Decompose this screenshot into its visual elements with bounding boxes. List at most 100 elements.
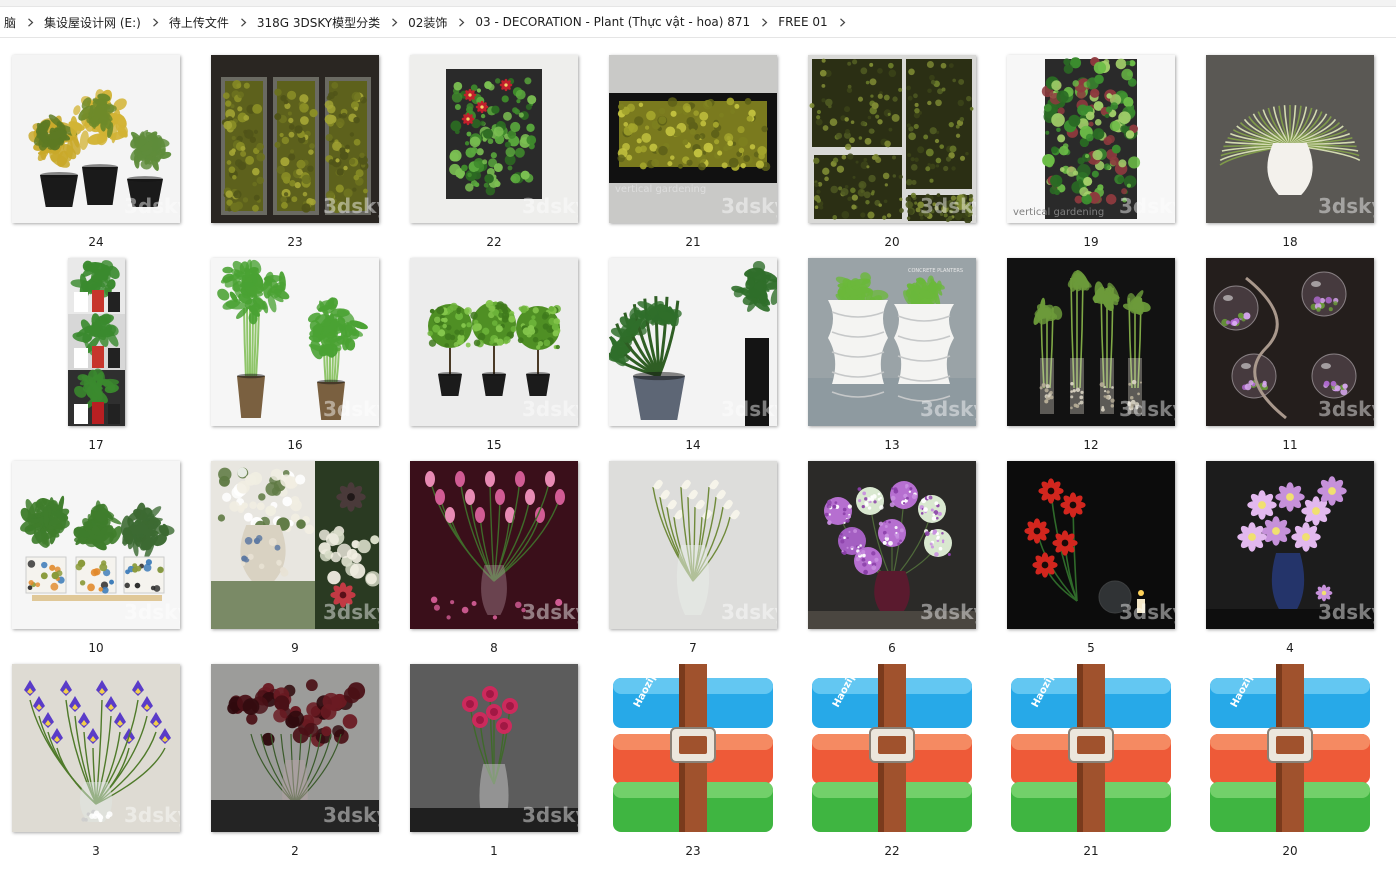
file-name-label[interactable]: 12 [999,438,1183,452]
breadcrumb[interactable]: 脑集设屋设计网 (E:) 待上传文件 318G 3DSKY模型分类 02装饰 03 - … [0,7,1396,38]
file-thumbnail[interactable]: 3dsky [1206,55,1374,223]
file-name-label[interactable]: 17 [4,438,188,452]
file-name-label[interactable]: 13 [800,438,984,452]
file-thumbnail[interactable]: 3dsky [211,664,379,832]
image-file-item[interactable]: 3dsky 10 [4,461,188,661]
image-file-item[interactable]: 3dsky 5 [999,461,1183,661]
file-thumbnail[interactable]: 3dsky [410,664,578,832]
image-file-item[interactable]: vertical gardening 3dsky 21 [601,55,785,255]
file-thumbnail[interactable]: CONCRETE PLANTERS 3dsky [808,258,976,426]
file-name-label[interactable]: 22 [402,235,586,249]
archive-file-item[interactable]: Haozip 22 [800,664,984,864]
file-name-label[interactable]: 22 [800,844,984,858]
file-thumbnail[interactable]: 3dsky [808,461,976,629]
file-thumbnail[interactable]: 3dsky [1206,258,1374,426]
image-file-item[interactable]: 3dsky 4 [1198,461,1382,661]
image-file-item[interactable]: vertical gardening 3dsky 19 [999,55,1183,255]
file-thumbnail[interactable]: 3dsky [12,664,180,832]
file-name-label[interactable]: 2 [203,844,387,858]
image-file-item[interactable]: 3dsky 16 [203,258,387,458]
file-thumbnail[interactable]: 3dsky [1007,258,1175,426]
archive-file-item[interactable]: Haozip 23 [601,664,785,864]
image-file-item[interactable]: 3dsky 22 [402,55,586,255]
image-file-item[interactable]: CONCRETE PLANTERS 3dsky 13 [800,258,984,458]
file-name-label[interactable]: 21 [999,844,1183,858]
file-name-label[interactable]: 16 [203,438,387,452]
file-thumbnail[interactable]: 3dsky [609,258,777,426]
file-name-label[interactable]: 24 [4,235,188,249]
file-thumbnail[interactable]: vertical gardening 3dsky [609,55,777,223]
image-file-item[interactable]: 17 [4,258,188,458]
file-name-label[interactable]: 23 [601,844,785,858]
file-name-label[interactable]: 7 [601,641,785,655]
file-name-label[interactable]: 18 [1198,235,1382,249]
file-name-label[interactable]: 3 [4,844,188,858]
chevron-right-icon[interactable] [20,10,40,34]
file-thumbnail[interactable]: 3dsky [1206,461,1374,629]
file-thumbnail[interactable]: 3dsky [609,461,777,629]
image-file-item[interactable]: 3dsky 6 [800,461,984,661]
file-thumbnail[interactable]: 3dsky [211,461,379,629]
file-name-label[interactable]: 15 [402,438,586,452]
image-file-item[interactable]: 3dsky 23 [203,55,387,255]
file-name-label[interactable]: 19 [999,235,1183,249]
file-thumbnail[interactable]: 3dsky [410,258,578,426]
image-file-item[interactable]: 3dsky 24 [4,55,188,255]
svg-text:3dsky: 3dsky [323,803,379,827]
file-name-label[interactable]: 9 [203,641,387,655]
image-file-item[interactable]: 3dsky 14 [601,258,785,458]
breadcrumb-item[interactable]: 03 - DECORATION - Plant (Thực vật - hoa)… [471,12,754,32]
image-file-item[interactable]: 3dsky 3 [4,664,188,864]
image-file-item[interactable]: 3dsky 18 [1198,55,1382,255]
archive-icon[interactable]: Haozip [1206,664,1374,832]
image-file-item[interactable]: 3dsky 8 [402,461,586,661]
file-name-label[interactable]: 10 [4,641,188,655]
archive-file-item[interactable]: Haozip 20 [1198,664,1382,864]
file-name-label[interactable]: 5 [999,641,1183,655]
file-thumbnail[interactable]: 3dsky [12,461,180,629]
chevron-right-icon[interactable] [384,10,404,34]
breadcrumb-item[interactable]: 待上传文件 [165,11,233,34]
file-name-label[interactable]: 20 [1198,844,1382,858]
breadcrumb-item[interactable]: 02装饰 [404,11,451,34]
image-file-item[interactable]: 3dsky 15 [402,258,586,458]
chevron-right-icon[interactable] [832,10,852,34]
file-name-label[interactable]: 23 [203,235,387,249]
breadcrumb-item[interactable]: FREE 01 [774,12,832,32]
file-name-label[interactable]: 20 [800,235,984,249]
image-file-item[interactable]: 3dsky 20 [800,55,984,255]
image-file-item[interactable]: 3dsky 11 [1198,258,1382,458]
file-thumbnail[interactable]: 3dsky [808,55,976,223]
chevron-right-icon[interactable] [233,10,253,34]
file-name-label[interactable]: 11 [1198,438,1382,452]
archive-icon[interactable]: Haozip [609,664,777,832]
chevron-right-icon[interactable] [754,10,774,34]
image-file-item[interactable]: 3dsky 1 [402,664,586,864]
file-name-label[interactable]: 1 [402,844,586,858]
file-name-label[interactable]: 8 [402,641,586,655]
file-name-label[interactable]: 14 [601,438,785,452]
breadcrumb-item[interactable]: 集设屋设计网 (E:) [40,11,145,34]
image-file-item[interactable]: 3dsky 2 [203,664,387,864]
image-file-item[interactable]: 3dsky 12 [999,258,1183,458]
archive-file-item[interactable]: Haozip 21 [999,664,1183,864]
file-thumbnail[interactable]: 3dsky [12,55,180,223]
image-file-item[interactable]: 3dsky 7 [601,461,785,661]
file-thumbnail[interactable]: 3dsky [211,258,379,426]
file-name-label[interactable]: 4 [1198,641,1382,655]
file-name-label[interactable]: 21 [601,235,785,249]
archive-icon[interactable]: Haozip [808,664,976,832]
archive-icon[interactable]: Haozip [1007,664,1175,832]
breadcrumb-item[interactable]: 脑 [0,11,20,34]
breadcrumb-item[interactable]: 318G 3DSKY模型分类 [253,11,384,34]
image-file-item[interactable]: 3dsky 9 [203,461,387,661]
file-thumbnail[interactable]: 3dsky [1007,461,1175,629]
file-thumbnail[interactable]: 3dsky [410,55,578,223]
file-thumbnail[interactable]: 3dsky [211,55,379,223]
file-thumbnail[interactable]: 3dsky [410,461,578,629]
chevron-right-icon[interactable] [451,10,471,34]
file-thumbnail[interactable]: vertical gardening 3dsky [1007,55,1175,223]
chevron-right-icon[interactable] [145,10,165,34]
file-name-label[interactable]: 6 [800,641,984,655]
file-thumbnail[interactable] [68,258,125,426]
